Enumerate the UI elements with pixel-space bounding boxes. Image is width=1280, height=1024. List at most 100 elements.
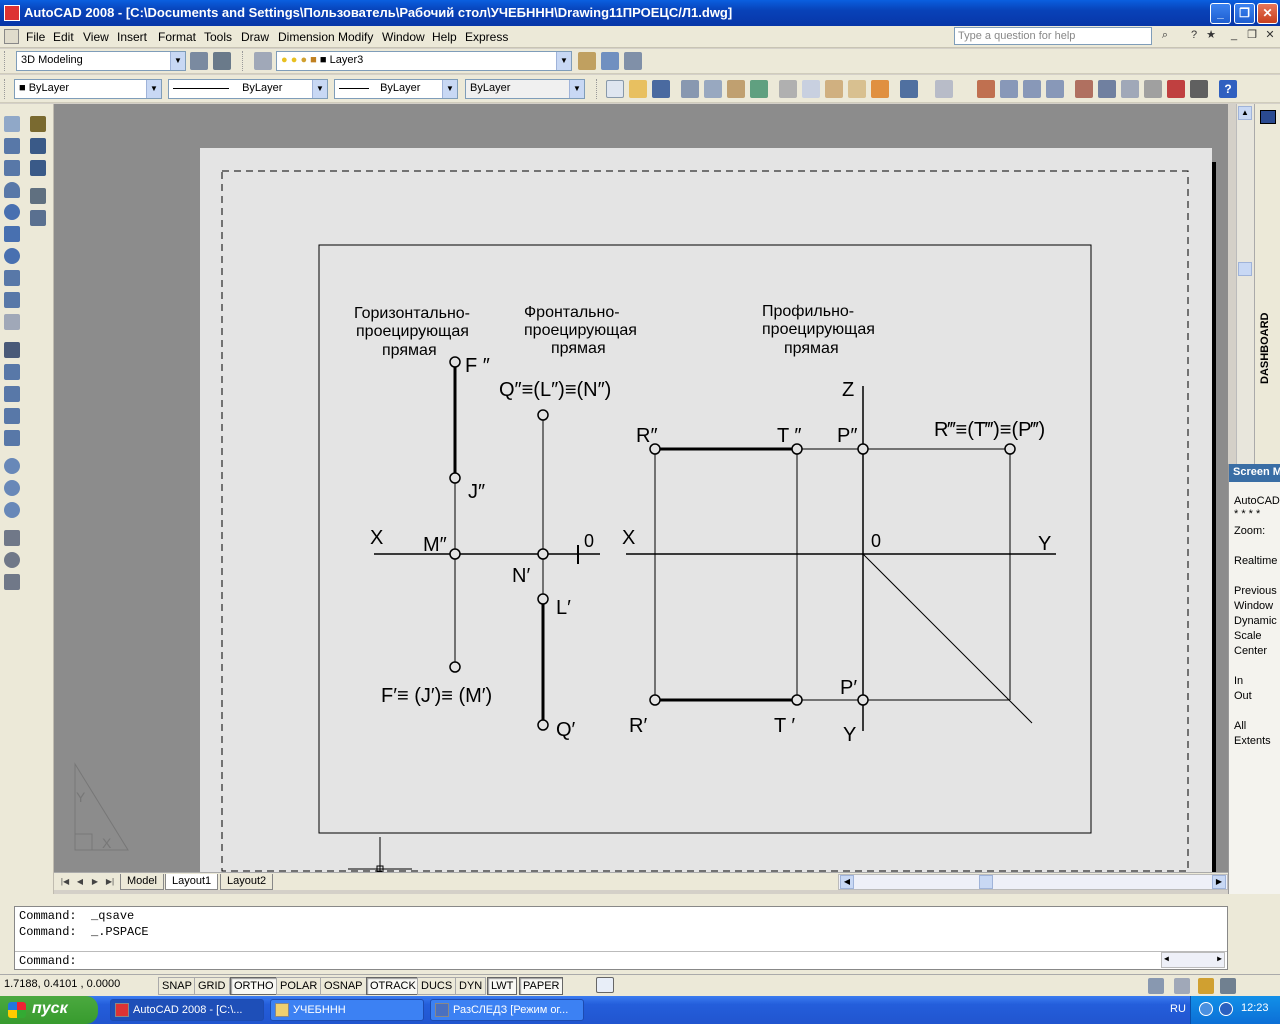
customize-icon[interactable] [213,52,231,70]
sphere-icon[interactable] [4,204,20,220]
zoom-realtime-icon[interactable] [1000,80,1018,98]
view-icon[interactable] [30,116,46,132]
menu-view[interactable]: View [83,30,109,44]
menu-format[interactable]: Format [158,30,196,44]
task-document[interactable]: РазСЛЕДЗ [Режим ог... [430,999,584,1021]
3d-orbit-icon[interactable] [30,138,46,154]
annotation-icon[interactable] [1174,978,1190,994]
h-scroll-thumb[interactable] [979,875,993,889]
maximize-viewport-icon[interactable] [596,977,614,993]
help-search-input[interactable]: Type a question for help [954,27,1152,45]
task-folder[interactable]: УЧЕБНHН [270,999,424,1021]
otrack-toggle[interactable]: OTRACK [366,977,420,995]
network-icon[interactable] [1219,1002,1233,1016]
menu-window[interactable]: Window [382,30,425,44]
sm-window[interactable]: Window [1234,600,1273,612]
block-editor-icon[interactable] [871,80,889,98]
next-tab-icon[interactable]: ▶ [88,875,102,889]
last-tab-icon[interactable]: ▶| [103,875,117,889]
doc-minimize-button[interactable]: _ [1226,28,1242,44]
design-center-icon[interactable] [1098,80,1116,98]
minimize-button[interactable]: _ [1210,3,1231,24]
presspull-icon[interactable] [4,364,20,380]
start-button[interactable]: пуск [0,996,98,1024]
make-layer-current-icon[interactable] [578,52,596,70]
light-icon[interactable] [30,188,46,204]
undo-icon[interactable] [900,80,918,98]
sm-center[interactable]: Center [1234,645,1267,657]
communication-center-icon[interactable] [1148,978,1164,994]
sm-stars[interactable]: * * * * [1234,508,1260,520]
menu-help[interactable]: Help [432,30,457,44]
doc-restore-button[interactable]: ❐ [1244,28,1260,44]
restore-button[interactable]: ❐ [1234,3,1255,24]
layer-states-icon[interactable] [624,52,642,70]
scroll-left-icon[interactable]: ◀ [1164,954,1169,964]
paper-toggle[interactable]: PAPER [519,977,564,995]
doc-close-button[interactable]: ✕ [1262,28,1278,44]
pan-icon[interactable] [977,80,995,98]
markup-icon[interactable] [1167,80,1185,98]
pyramid-icon[interactable] [4,270,20,286]
wedge-icon[interactable] [4,160,20,176]
snap-toggle[interactable]: SNAP [158,977,196,995]
favorite-star-icon[interactable]: ★ [1203,28,1219,44]
close-button[interactable]: ✕ [1257,3,1278,24]
ortho-toggle[interactable]: ORTHO [230,977,278,995]
lwt-toggle[interactable]: LWT [487,977,518,995]
tray-arrow-icon[interactable] [1199,1002,1213,1016]
plot-icon[interactable] [681,80,699,98]
zoom-previous-icon[interactable] [1046,80,1064,98]
clock[interactable]: 12:23 [1241,1002,1269,1014]
tab-layout2[interactable]: Layout2 [220,874,274,890]
prev-tab-icon[interactable]: ◀ [73,875,87,889]
polar-toggle[interactable]: POLAR [276,977,322,995]
loft-icon[interactable] [4,430,20,446]
lineweight-select[interactable]: ByLayer ▼ [334,79,458,99]
sm-scale[interactable]: Scale [1234,630,1262,642]
workspace-select[interactable]: 3D Modeling ▼ [16,51,186,71]
horizontal-scrollbar[interactable]: ◀ ▶ [838,874,1228,890]
sm-extents[interactable]: Extents [1234,735,1271,747]
materials-icon[interactable] [30,210,46,226]
tool-palettes-icon[interactable] [1121,80,1139,98]
sm-all[interactable]: All [1234,720,1246,732]
planar-surface-icon[interactable] [4,314,20,330]
coordinates-readout[interactable]: 1.7188, 0.4101 , 0.0000 [4,978,120,990]
document-icon[interactable] [4,29,19,44]
menu-edit[interactable]: Edit [53,30,74,44]
torus-icon[interactable] [4,248,20,264]
scroll-up-icon[interactable]: ▲ [1238,106,1252,120]
toolbar-lock-icon[interactable] [1198,978,1214,994]
info-icon[interactable]: ? [1186,28,1202,44]
extrude-icon[interactable] [4,342,20,358]
linetype-select[interactable]: ByLayer ▼ [168,79,328,99]
menu-tools[interactable]: Tools [204,30,232,44]
cut-icon[interactable] [779,80,797,98]
helix-icon[interactable] [4,292,20,308]
layer-select[interactable]: ● ● ● ■ ■ Layer3 ▼ [276,51,572,71]
task-autocad[interactable]: AutoCAD 2008 - [C:\... [110,999,264,1021]
properties-icon[interactable] [1075,80,1093,98]
grid-toggle[interactable]: GRID [194,977,230,995]
open-file-icon[interactable] [629,80,647,98]
calculator-icon[interactable] [1190,80,1208,98]
redo-icon[interactable] [935,80,953,98]
command-window[interactable]: Command: _qsave Command: _.PSPACE Comman… [14,906,1228,970]
paste-icon[interactable] [825,80,843,98]
match-properties-icon[interactable] [848,80,866,98]
command-prompt[interactable]: Command: [19,954,77,968]
box-icon[interactable] [4,138,20,154]
sm-in[interactable]: In [1234,675,1243,687]
tab-model[interactable]: Model [120,874,164,890]
sm-realtime[interactable]: Realtime [1234,555,1277,567]
color-select[interactable]: ■ ByLayer ▼ [14,79,162,99]
sweep-icon[interactable] [4,386,20,402]
drawing-area[interactable]: Y X Горизонтально- проецирующая прямая Ф… [54,104,1228,872]
first-tab-icon[interactable]: |◀ [58,875,72,889]
tab-layout1[interactable]: Layout1 [165,874,219,890]
sm-out[interactable]: Out [1234,690,1252,702]
scroll-thumb[interactable] [1238,262,1252,276]
menu-draw[interactable]: Draw [241,30,269,44]
cone-icon[interactable] [4,182,20,198]
